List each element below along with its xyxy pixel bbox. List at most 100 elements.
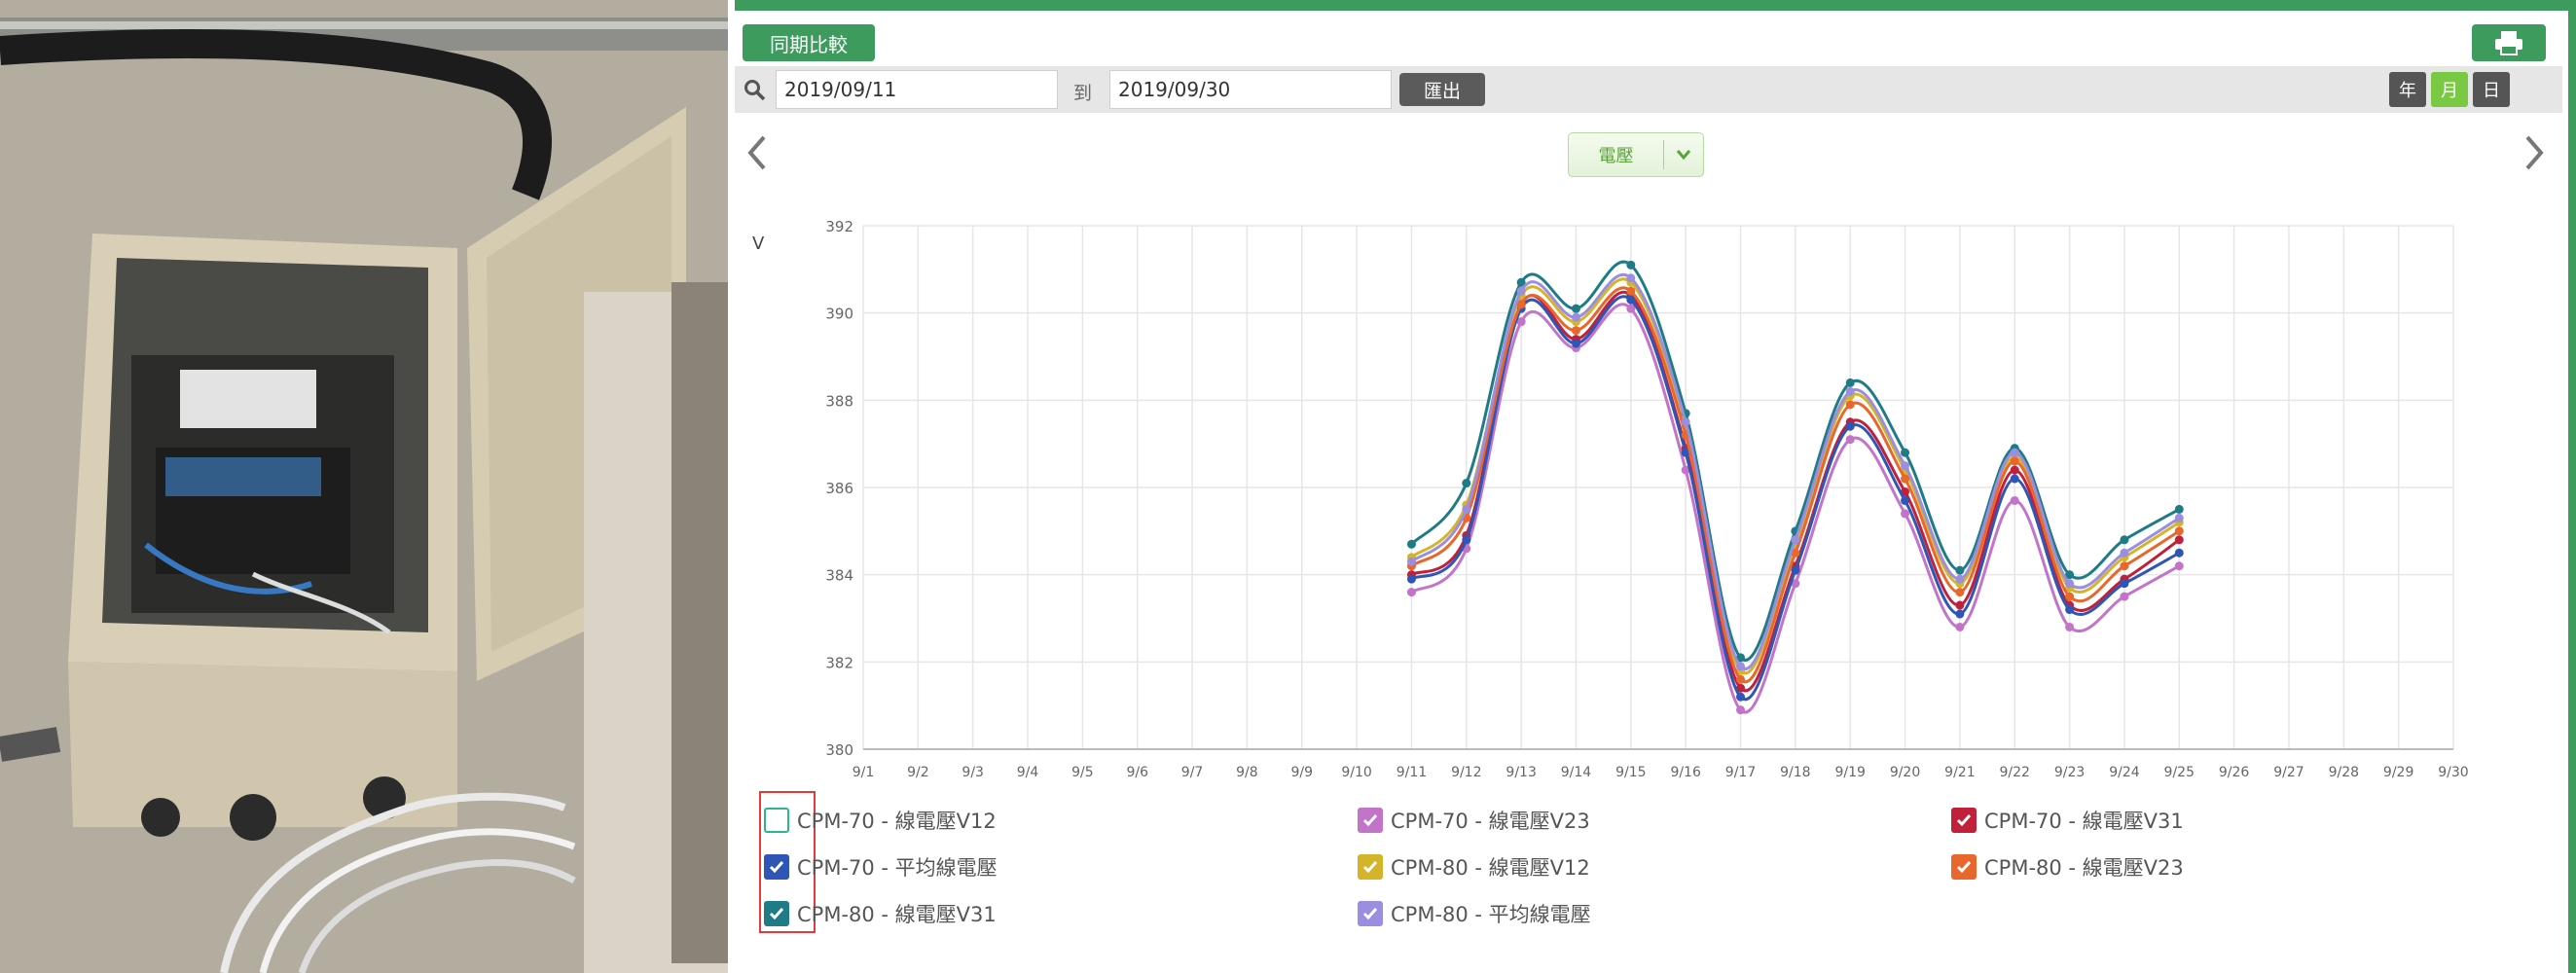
legend-item[interactable]: CPM-80 - 線電壓V31 bbox=[764, 897, 997, 930]
legend-label: CPM-80 - 線電壓V31 bbox=[797, 903, 997, 926]
data-point bbox=[2010, 495, 2019, 505]
x-tick-label: 9/24 bbox=[2109, 765, 2140, 780]
legend-label: CPM-80 - 線電壓V23 bbox=[1984, 856, 2184, 880]
legend-label: CPM-70 - 線電壓V12 bbox=[797, 810, 997, 833]
data-point bbox=[1571, 312, 1580, 322]
start-date-input[interactable]: 2019/09/11 bbox=[776, 70, 1058, 109]
print-button[interactable] bbox=[2472, 24, 2546, 61]
x-tick-label: 9/12 bbox=[1451, 765, 1481, 780]
data-point bbox=[2174, 504, 2184, 514]
printer-icon bbox=[2495, 31, 2522, 55]
x-tick-label: 9/6 bbox=[1126, 765, 1148, 780]
legend-label: CPM-80 - 線電壓V12 bbox=[1391, 856, 1590, 880]
metric-select[interactable]: 電壓 bbox=[1568, 132, 1704, 177]
check-icon bbox=[769, 908, 784, 920]
data-point bbox=[2010, 448, 2019, 457]
search-icon bbox=[744, 80, 766, 101]
data-point bbox=[1736, 692, 1746, 702]
x-tick-label: 9/7 bbox=[1181, 765, 1204, 780]
legend-label: CPM-80 - 平均線電壓 bbox=[1391, 903, 1591, 926]
data-point bbox=[1845, 435, 1855, 445]
legend-item[interactable]: CPM-70 - 線電壓V12 bbox=[764, 804, 997, 837]
end-date-input[interactable]: 2019/09/30 bbox=[1109, 70, 1392, 109]
x-tick-label: 9/22 bbox=[2000, 765, 2030, 780]
data-point bbox=[1406, 557, 1416, 566]
legend-checkbox[interactable] bbox=[1951, 808, 1977, 833]
x-tick-label: 9/19 bbox=[1834, 765, 1865, 780]
data-point bbox=[2120, 592, 2129, 601]
data-point bbox=[1791, 565, 1800, 575]
data-point bbox=[1955, 622, 1965, 631]
legend-checkbox[interactable] bbox=[764, 901, 789, 926]
legend-item[interactable]: CPM-70 - 線電壓V31 bbox=[1951, 804, 2184, 837]
chevron-down-icon bbox=[1676, 150, 1691, 161]
data-point bbox=[1845, 386, 1855, 396]
data-point bbox=[1681, 417, 1690, 427]
x-tick-label: 9/8 bbox=[1236, 765, 1258, 780]
meter-enclosure-photo bbox=[0, 0, 728, 973]
legend-item[interactable]: CPM-80 - 線電壓V23 bbox=[1951, 850, 2184, 883]
data-point bbox=[1571, 326, 1580, 336]
chevron-left-icon[interactable] bbox=[746, 134, 768, 171]
data-point bbox=[1955, 600, 1965, 610]
range-month-button[interactable]: 月 bbox=[2431, 72, 2468, 107]
data-point bbox=[1571, 304, 1580, 313]
to-label: 到 bbox=[1073, 83, 1093, 104]
data-point bbox=[1901, 509, 1910, 519]
legend-item[interactable]: CPM-70 - 平均線電壓 bbox=[764, 850, 998, 883]
x-tick-label: 9/1 bbox=[853, 765, 875, 780]
data-point bbox=[2120, 579, 2129, 589]
range-day-button[interactable]: 日 bbox=[2473, 72, 2510, 107]
legend-label: CPM-70 - 平均線電壓 bbox=[797, 856, 998, 880]
y-tick-label: 390 bbox=[825, 306, 853, 323]
data-point bbox=[2174, 561, 2184, 571]
data-point bbox=[1571, 339, 1580, 348]
x-tick-label: 9/25 bbox=[2164, 765, 2195, 780]
compare-button[interactable]: 同期比較 bbox=[743, 24, 875, 61]
data-point bbox=[1626, 286, 1636, 296]
data-point bbox=[1462, 504, 1471, 514]
check-icon bbox=[1956, 814, 1972, 827]
range-year-button[interactable]: 年 bbox=[2389, 72, 2426, 107]
legend-checkbox[interactable] bbox=[1358, 901, 1383, 926]
data-point bbox=[2174, 513, 2184, 523]
data-point bbox=[1406, 539, 1416, 549]
x-tick-label: 9/26 bbox=[2219, 765, 2250, 780]
data-point bbox=[1955, 609, 1965, 619]
x-tick-label: 9/18 bbox=[1780, 765, 1810, 780]
legend-checkbox[interactable] bbox=[1358, 808, 1383, 833]
legend-checkbox[interactable] bbox=[1951, 854, 1977, 880]
data-point bbox=[2174, 548, 2184, 558]
x-tick-label: 9/21 bbox=[1944, 765, 1975, 780]
data-point bbox=[2010, 474, 2019, 484]
top-accent-bar bbox=[735, 0, 2576, 11]
x-tick-label: 9/27 bbox=[2273, 765, 2304, 780]
x-tick-label: 9/10 bbox=[1341, 765, 1371, 780]
data-point bbox=[1901, 495, 1910, 505]
energy-monitor-panel: 同期比較 2019/09/11 到 2019/09/30 匯出 年 月 日 電壓 bbox=[735, 0, 2576, 973]
data-point bbox=[1791, 535, 1800, 545]
legend-checkbox[interactable] bbox=[1358, 854, 1383, 880]
x-tick-label: 9/4 bbox=[1017, 765, 1039, 780]
data-point bbox=[1406, 574, 1416, 584]
legend-label: CPM-70 - 線電壓V23 bbox=[1391, 810, 1590, 833]
legend-checkbox[interactable] bbox=[764, 808, 789, 833]
data-point bbox=[2065, 579, 2075, 589]
data-point bbox=[1736, 662, 1746, 671]
data-point bbox=[1406, 588, 1416, 597]
legend-item[interactable]: CPM-70 - 線電壓V23 bbox=[1358, 804, 1590, 837]
export-button[interactable]: 匯出 bbox=[1399, 73, 1485, 106]
data-point bbox=[1462, 535, 1471, 545]
data-point bbox=[2065, 592, 2075, 601]
legend-item[interactable]: CPM-80 - 平均線電壓 bbox=[1358, 897, 1591, 930]
legend-label: CPM-70 - 線電壓V31 bbox=[1984, 810, 2184, 833]
legend-item[interactable]: CPM-80 - 線電壓V12 bbox=[1358, 850, 1590, 883]
x-tick-label: 9/2 bbox=[907, 765, 929, 780]
data-point bbox=[2010, 465, 2019, 475]
x-tick-label: 9/13 bbox=[1506, 765, 1536, 780]
data-point bbox=[2065, 622, 2075, 631]
chevron-right-icon[interactable] bbox=[2523, 134, 2545, 171]
x-tick-label: 9/28 bbox=[2329, 765, 2359, 780]
legend-checkbox[interactable] bbox=[764, 854, 789, 880]
y-tick-label: 386 bbox=[825, 480, 853, 497]
